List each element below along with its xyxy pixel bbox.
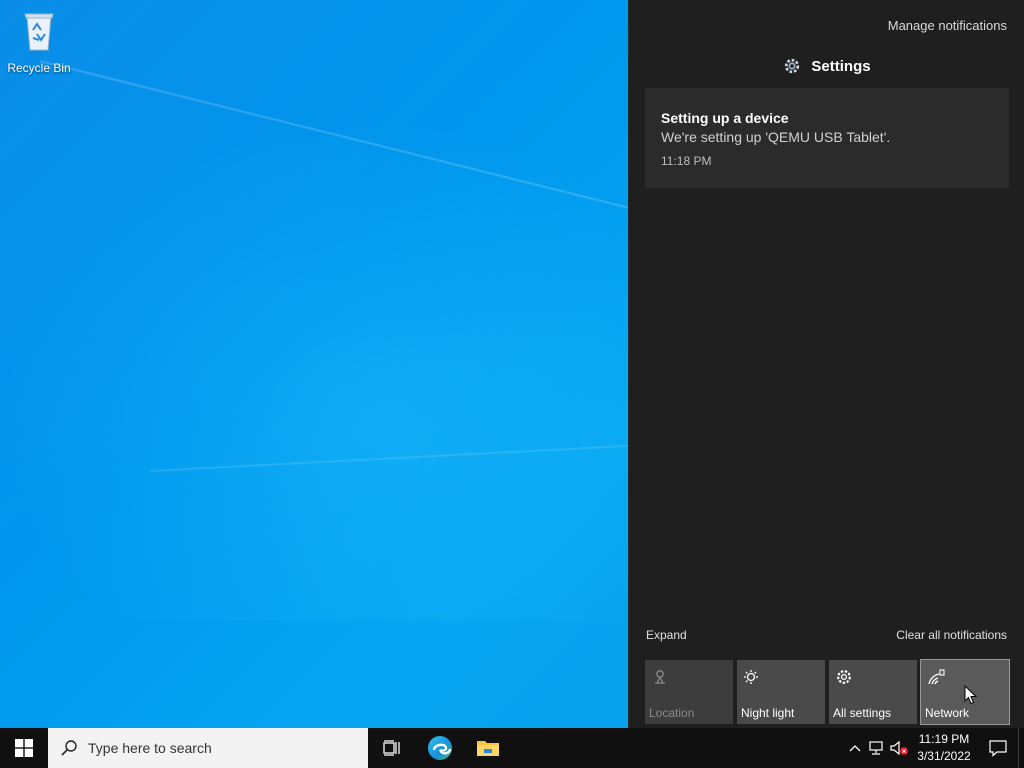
- show-desktop-button[interactable]: [1018, 728, 1024, 768]
- volume-muted-icon: [890, 740, 908, 756]
- recycle-bin-icon: [24, 13, 54, 51]
- show-hidden-icons-button[interactable]: [844, 728, 866, 768]
- taskbar-file-explorer-button[interactable]: [464, 728, 512, 768]
- taskbar: Type here to search 11:19 PM 3/31/2022: [0, 728, 1024, 768]
- notification-time: 11:18 PM: [661, 154, 712, 168]
- tray-volume-button[interactable]: [888, 728, 910, 768]
- tray-network-button[interactable]: [866, 728, 888, 768]
- notification-group-header[interactable]: Settings: [629, 57, 1024, 75]
- notification-body: We're setting up 'QEMU USB Tablet'.: [661, 129, 891, 145]
- network-icon: [928, 669, 945, 685]
- edge-icon: [428, 736, 452, 760]
- gear-icon: [785, 58, 800, 74]
- folder-icon: [477, 741, 499, 756]
- clock-date: 3/31/2022: [917, 749, 971, 763]
- notification-card[interactable]: Setting up a device We're setting up 'QE…: [645, 88, 1009, 188]
- taskbar-clock[interactable]: 11:19 PM 3/31/2022: [910, 731, 978, 765]
- system-tray: 11:19 PM 3/31/2022: [844, 728, 1024, 768]
- task-view-icon: [383, 740, 400, 756]
- windows-logo-icon: [15, 739, 33, 757]
- start-button[interactable]: [0, 728, 48, 768]
- quick-action-location[interactable]: Location: [645, 660, 733, 724]
- action-center-button[interactable]: [978, 728, 1018, 768]
- mouse-cursor-icon: [964, 685, 978, 705]
- action-center-panel: Manage notifications Settings Setting up…: [628, 0, 1024, 728]
- notification-icon: [989, 740, 1007, 757]
- taskbar-edge-button[interactable]: [416, 728, 464, 768]
- quick-action-night-light[interactable]: Night light: [737, 660, 825, 724]
- gear-icon: [837, 670, 851, 684]
- quick-action-all-settings[interactable]: All settings: [829, 660, 917, 724]
- quick-action-label: All settings: [833, 706, 892, 720]
- manage-notifications-link[interactable]: Manage notifications: [888, 18, 1007, 33]
- task-view-button[interactable]: [368, 728, 416, 768]
- clear-all-notifications-link[interactable]: Clear all notifications: [896, 628, 1007, 642]
- quick-action-label: Network: [925, 706, 970, 720]
- night-light-icon: [744, 670, 758, 684]
- quick-actions-row: Location Night light All settings Networ…: [645, 659, 1010, 725]
- chevron-up-icon: [849, 745, 861, 752]
- notification-group-title: Settings: [811, 57, 871, 75]
- search-placeholder: Type here to search: [88, 740, 212, 756]
- taskbar-search-box[interactable]: Type here to search: [48, 728, 368, 768]
- expand-quick-actions-link[interactable]: Expand: [646, 628, 687, 642]
- clock-time: 11:19 PM: [918, 732, 970, 746]
- wallpaper-glow: [0, 120, 628, 620]
- search-icon: [61, 740, 77, 756]
- network-icon: [869, 741, 883, 755]
- quick-action-label: Night light: [741, 706, 795, 720]
- notification-title: Setting up a device: [661, 110, 789, 126]
- quick-action-label: Location: [649, 706, 695, 720]
- location-icon: [655, 670, 665, 684]
- recycle-bin-label: Recycle Bin: [7, 61, 71, 75]
- recycle-bin-shortcut[interactable]: Recycle Bin: [6, 8, 72, 75]
